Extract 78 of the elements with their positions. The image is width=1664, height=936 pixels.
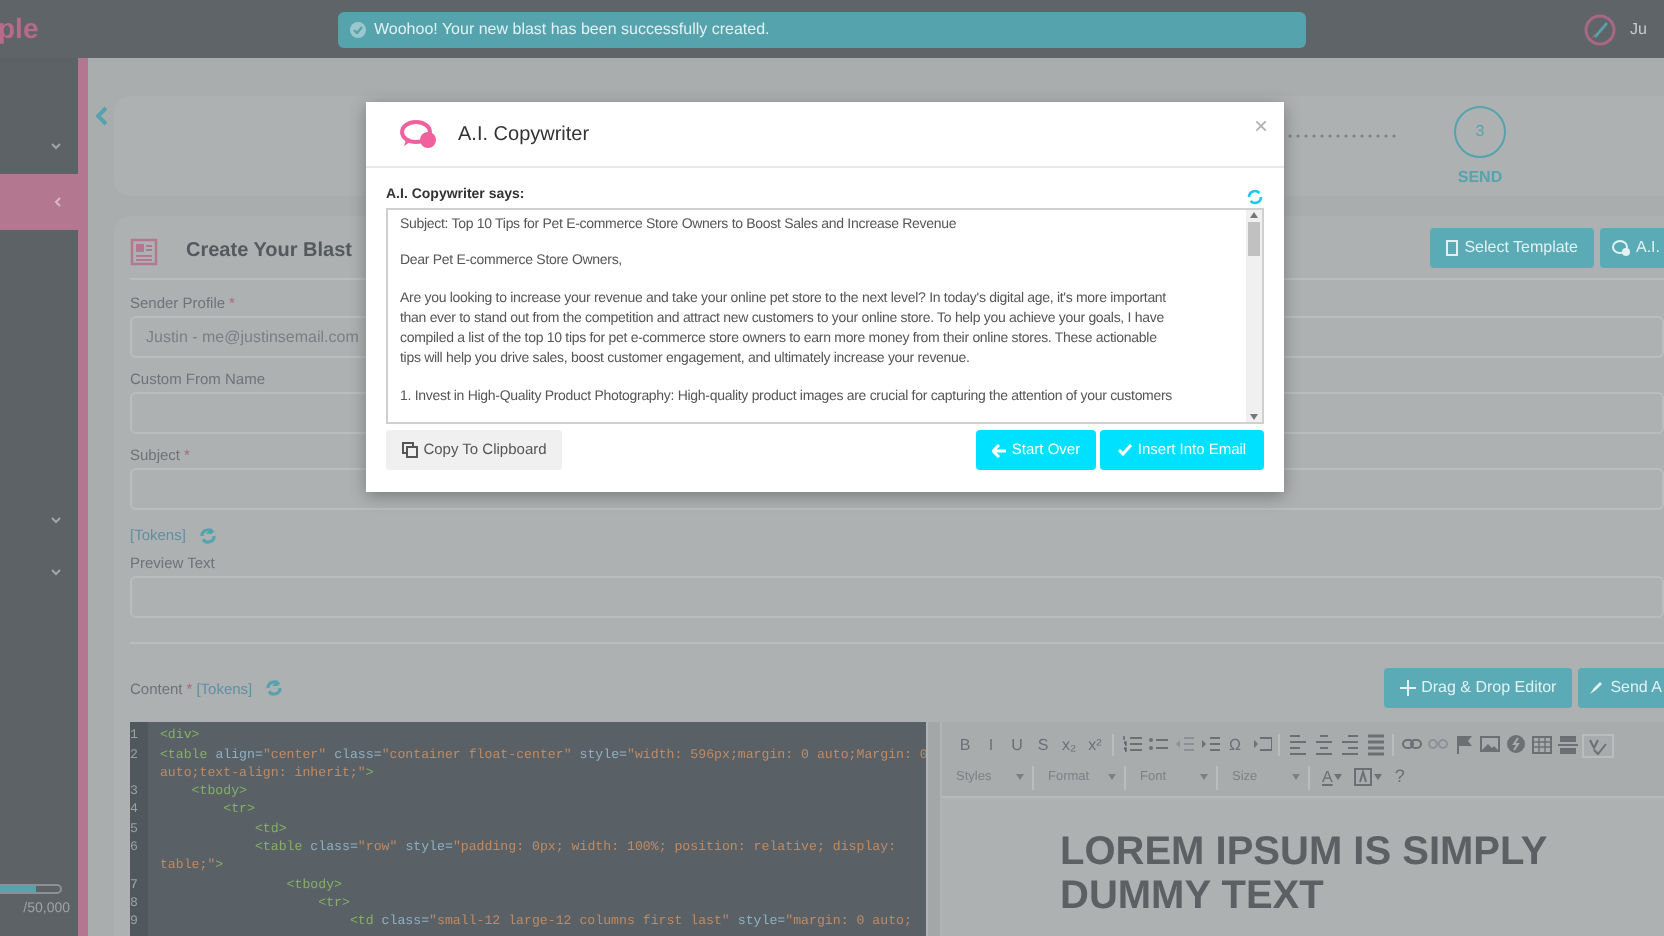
caret-down-icon xyxy=(1200,774,1208,781)
format-button[interactable]: U xyxy=(1006,733,1028,758)
chevron-left-icon xyxy=(54,196,62,208)
toolbar-button[interactable] xyxy=(1478,733,1500,758)
background-color-button[interactable] xyxy=(1354,768,1383,787)
toolbar-button[interactable] xyxy=(1312,733,1334,758)
refresh-icon[interactable] xyxy=(1246,188,1264,206)
format-button[interactable]: x² xyxy=(1084,733,1106,758)
refresh-icon xyxy=(264,678,285,699)
blockquote-icon xyxy=(1251,734,1271,757)
caret-down-icon xyxy=(1016,774,1024,781)
chat-bubbles-icon xyxy=(400,119,438,149)
check-circle-icon xyxy=(350,21,366,37)
toolbar-button[interactable]: Select Template xyxy=(1430,227,1594,267)
color-fill-icon xyxy=(1354,768,1373,787)
align-right-icon xyxy=(1339,734,1359,757)
flag-icon xyxy=(1453,734,1473,757)
chevron-down-icon xyxy=(50,142,62,150)
toolbar-button[interactable]: A.I. xyxy=(1599,227,1664,267)
toolbar-button[interactable]: Drag & Drop Editor xyxy=(1383,668,1573,709)
chevron-left-icon[interactable] xyxy=(96,106,108,126)
step-number: 3 xyxy=(1454,106,1506,158)
format-button[interactable]: B xyxy=(954,733,976,758)
image-icon xyxy=(1479,734,1499,757)
text-color-button[interactable]: A xyxy=(1322,765,1343,790)
spellcheck-icon xyxy=(1588,734,1608,757)
document-icon xyxy=(1446,239,1459,255)
format-button[interactable]: Ω xyxy=(1224,733,1246,758)
table-icon xyxy=(1531,734,1551,757)
user-name[interactable]: Ju xyxy=(1630,17,1647,41)
toolbar-button[interactable] xyxy=(1120,733,1142,758)
heading-text: DUMMY TEXT xyxy=(1060,874,1326,919)
scroll-thumb[interactable] xyxy=(1248,222,1260,256)
toolbar-button[interactable]: Send A xyxy=(1578,668,1664,709)
chevron-down-icon xyxy=(50,568,62,576)
format-button[interactable]: S xyxy=(1032,733,1054,758)
indent-icon xyxy=(1199,734,1219,757)
toolbar-button[interactable] xyxy=(1530,733,1552,758)
scroll-down-icon xyxy=(1250,414,1258,420)
toolbar-button[interactable] xyxy=(1582,733,1614,758)
card-title: Create Your Blast xyxy=(186,238,352,266)
caret-down-icon xyxy=(1334,774,1343,781)
align-center-icon xyxy=(1313,734,1333,757)
caret-down-icon xyxy=(1108,774,1116,781)
step-label: SEND xyxy=(1457,166,1503,190)
format-button[interactable]: x₂ xyxy=(1058,733,1080,758)
newspaper-icon xyxy=(130,237,158,265)
toolbar-button[interactable] xyxy=(1452,733,1474,758)
toolbar-button[interactable] xyxy=(1504,733,1526,758)
chevron-down-icon xyxy=(50,516,62,524)
align-left-icon xyxy=(1287,734,1307,757)
check-icon xyxy=(1117,444,1132,456)
outdent-icon xyxy=(1173,734,1193,757)
heading-text: LOREM IPSUM IS SIMPLY xyxy=(1060,830,1550,875)
copy-icon xyxy=(401,442,418,458)
horizontal-rule-icon xyxy=(1557,734,1577,757)
caret-down-icon xyxy=(1292,774,1300,781)
scrollbar[interactable] xyxy=(926,722,942,936)
numbered-list-icon xyxy=(1121,734,1141,757)
help-button[interactable]: ? xyxy=(1394,764,1405,791)
code-editor[interactable] xyxy=(130,722,926,936)
caret-down-icon xyxy=(1374,774,1383,781)
toolbar-button[interactable] xyxy=(1286,733,1308,758)
move-icon xyxy=(1399,680,1416,697)
scrollbar[interactable] xyxy=(1246,210,1262,422)
response-textarea[interactable] xyxy=(386,208,1264,424)
toolbar-button[interactable] xyxy=(1556,733,1578,758)
logo-text: ple xyxy=(0,10,41,48)
chat-icon xyxy=(1611,239,1630,255)
modal-title: A.I. Copywriter xyxy=(458,121,590,149)
alert-text: Woohoo! Your new blast has been successfully created. xyxy=(374,17,770,41)
toolbar-button[interactable] xyxy=(1364,733,1386,758)
circle-icon xyxy=(1505,734,1525,757)
arrow-left-icon xyxy=(991,443,1006,457)
toolbar-button[interactable] xyxy=(1338,733,1360,758)
align-justify-icon xyxy=(1365,734,1385,757)
close-button[interactable]: × xyxy=(1253,114,1268,138)
refresh-icon xyxy=(197,525,218,546)
